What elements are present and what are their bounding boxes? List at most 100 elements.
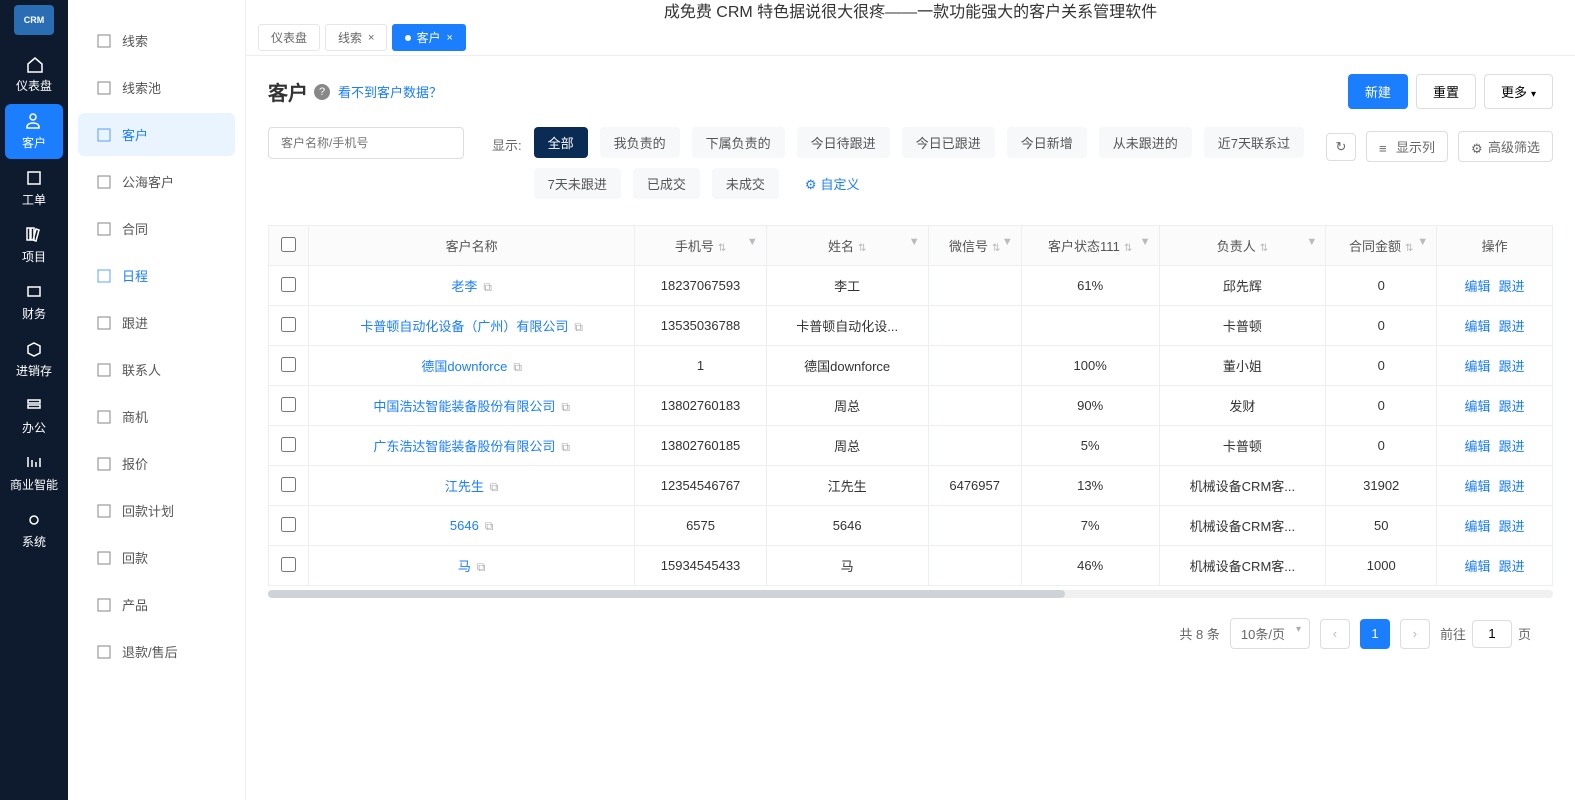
sort-icon[interactable]: ⇅ <box>1124 243 1132 254</box>
more-button[interactable]: 更多▾ <box>1484 74 1553 109</box>
reset-button[interactable]: 重置 <box>1416 74 1476 109</box>
nav2-item-7[interactable]: 联系人 <box>78 348 235 391</box>
page-current[interactable]: 1 <box>1360 619 1390 649</box>
sort-icon[interactable]: ⇅ <box>1405 243 1413 254</box>
edit-link[interactable]: 编辑 <box>1465 319 1491 334</box>
page-size-select[interactable]: 10条/页 <box>1230 618 1310 649</box>
refresh-button[interactable]: ↻ <box>1326 133 1356 161</box>
filter-chip[interactable]: 下属负责的 <box>692 127 785 158</box>
filter-icon[interactable]: ▼ <box>909 236 920 248</box>
row-checkbox[interactable] <box>281 437 296 452</box>
nav2-item-6[interactable]: 跟进 <box>78 301 235 344</box>
filter-chip[interactable]: 从未跟进的 <box>1099 127 1192 158</box>
customer-link[interactable]: 5646 <box>450 518 479 533</box>
filter-chip[interactable]: 已成交 <box>633 168 700 199</box>
nav1-item-4[interactable]: 财务 <box>5 275 63 330</box>
copy-icon[interactable]: ⧉ <box>513 360 522 374</box>
customer-link[interactable]: 江先生 <box>445 479 484 494</box>
tab-2[interactable]: 客户× <box>392 24 465 51</box>
follow-link[interactable]: 跟进 <box>1499 519 1525 534</box>
copy-icon[interactable]: ⧉ <box>485 519 494 533</box>
nav1-item-5[interactable]: 进销存 <box>5 332 63 387</box>
nav1-item-3[interactable]: 项目 <box>5 218 63 273</box>
nav2-item-13[interactable]: 退款/售后 <box>78 630 235 673</box>
edit-link[interactable]: 编辑 <box>1465 399 1491 414</box>
follow-link[interactable]: 跟进 <box>1499 359 1525 374</box>
follow-link[interactable]: 跟进 <box>1499 319 1525 334</box>
nav2-item-12[interactable]: 产品 <box>78 583 235 626</box>
customer-link[interactable]: 马 <box>458 559 471 574</box>
nav2-item-11[interactable]: 回款 <box>78 536 235 579</box>
follow-link[interactable]: 跟进 <box>1499 479 1525 494</box>
row-checkbox[interactable] <box>281 397 296 412</box>
follow-link[interactable]: 跟进 <box>1499 439 1525 454</box>
copy-icon[interactable]: ⧉ <box>574 320 583 334</box>
filter-chip[interactable]: 未成交 <box>712 168 779 199</box>
row-checkbox[interactable] <box>281 557 296 572</box>
nav1-item-1[interactable]: 客户 <box>5 104 63 159</box>
custom-filter[interactable]: 自定义 <box>791 168 874 199</box>
row-checkbox[interactable] <box>281 357 296 372</box>
edit-link[interactable]: 编辑 <box>1465 279 1491 294</box>
customer-link[interactable]: 老李 <box>451 279 477 294</box>
nav2-item-2[interactable]: 客户 <box>78 113 235 156</box>
filter-chip[interactable]: 我负责的 <box>600 127 680 158</box>
nav2-item-1[interactable]: 线索池 <box>78 66 235 109</box>
filter-chip[interactable]: 今日待跟进 <box>797 127 890 158</box>
copy-icon[interactable]: ⧉ <box>490 480 499 494</box>
select-all-checkbox[interactable] <box>281 237 296 252</box>
sort-icon[interactable]: ⇅ <box>1260 243 1268 254</box>
tab-1[interactable]: 线索× <box>325 24 387 51</box>
copy-icon[interactable]: ⧉ <box>483 280 492 294</box>
nav2-item-10[interactable]: 回款计划 <box>78 489 235 532</box>
customer-link[interactable]: 德国downforce <box>421 359 507 374</box>
col-header[interactable]: 微信号⇅▼ <box>928 226 1021 266</box>
nav1-item-0[interactable]: 仪表盘 <box>5 47 63 102</box>
col-header[interactable]: 客户状态111⇅▼ <box>1021 226 1159 266</box>
nav2-item-5[interactable]: 日程 <box>78 254 235 297</box>
row-checkbox[interactable] <box>281 317 296 332</box>
customer-link[interactable]: 中国浩达智能装备股份有限公司 <box>373 399 555 414</box>
new-button[interactable]: 新建 <box>1348 74 1408 109</box>
row-checkbox[interactable] <box>281 517 296 532</box>
row-checkbox[interactable] <box>281 477 296 492</box>
nav2-item-3[interactable]: 公海客户 <box>78 160 235 203</box>
goto-input[interactable] <box>1472 620 1512 648</box>
follow-link[interactable]: 跟进 <box>1499 559 1525 574</box>
tab-0[interactable]: 仪表盘 <box>258 24 320 51</box>
col-header[interactable]: 手机号⇅▼ <box>635 226 766 266</box>
filter-chip[interactable]: 7天未跟进 <box>534 168 621 199</box>
close-icon[interactable]: × <box>446 32 452 44</box>
filter-chip[interactable]: 今日新增 <box>1007 127 1087 158</box>
filter-icon[interactable]: ▼ <box>1417 236 1428 248</box>
sort-icon[interactable]: ⇅ <box>858 243 866 254</box>
filter-icon[interactable]: ▼ <box>1140 236 1151 248</box>
page-prev[interactable]: ‹ <box>1320 619 1350 649</box>
no-data-link[interactable]: 看不到客户数据？ <box>338 82 442 101</box>
filter-icon[interactable]: ▼ <box>1002 236 1013 248</box>
col-header[interactable]: 负责人⇅▼ <box>1159 226 1326 266</box>
sort-icon[interactable]: ⇅ <box>718 243 726 254</box>
col-header[interactable]: 操作 <box>1437 226 1553 266</box>
columns-button[interactable]: ≡显示列 <box>1366 131 1448 162</box>
filter-icon[interactable]: ▼ <box>1306 236 1317 248</box>
copy-icon[interactable]: ⧉ <box>561 440 570 454</box>
col-header[interactable]: 客户名称 <box>309 226 635 266</box>
filter-chip[interactable]: 近7天联系过 <box>1204 127 1304 158</box>
copy-icon[interactable]: ⧉ <box>477 560 486 574</box>
edit-link[interactable]: 编辑 <box>1465 559 1491 574</box>
edit-link[interactable]: 编辑 <box>1465 519 1491 534</box>
nav2-item-0[interactable]: 线索 <box>78 19 235 62</box>
row-checkbox[interactable] <box>281 277 296 292</box>
nav1-item-2[interactable]: 工单 <box>5 161 63 216</box>
customer-link[interactable]: 广东浩达智能装备股份有限公司 <box>373 439 555 454</box>
page-next[interactable]: › <box>1400 619 1430 649</box>
filter-chip[interactable]: 全部 <box>534 127 588 158</box>
horizontal-scrollbar[interactable] <box>268 590 1553 598</box>
edit-link[interactable]: 编辑 <box>1465 479 1491 494</box>
nav2-item-8[interactable]: 商机 <box>78 395 235 438</box>
nav1-item-8[interactable]: 系统 <box>5 503 63 558</box>
help-icon[interactable]: ? <box>314 84 330 100</box>
close-icon[interactable]: × <box>368 32 374 44</box>
nav2-item-4[interactable]: 合同 <box>78 207 235 250</box>
